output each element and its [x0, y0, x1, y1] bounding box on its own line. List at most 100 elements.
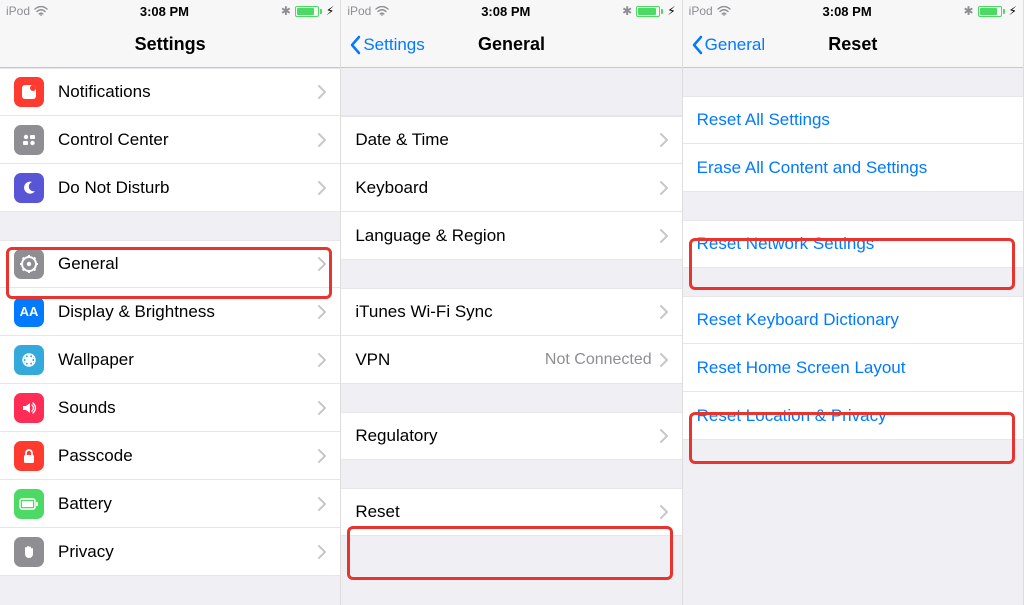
back-label: Settings — [363, 35, 424, 55]
row-reset[interactable]: Reset — [341, 488, 681, 536]
page-title: Settings — [135, 34, 206, 55]
row-label: Wallpaper — [58, 350, 318, 370]
row-reset-location-privacy[interactable]: Reset Location & Privacy — [683, 392, 1023, 440]
chevron-right-icon — [318, 133, 326, 147]
row-notifications[interactable]: Notifications — [0, 68, 340, 116]
row-reset-home-screen-layout[interactable]: Reset Home Screen Layout — [683, 344, 1023, 392]
chevron-right-icon — [660, 505, 668, 519]
group-separator — [341, 384, 681, 412]
general-list[interactable]: Date & Time Keyboard Language & Region i… — [341, 68, 681, 605]
row-battery[interactable]: Battery — [0, 480, 340, 528]
status-time: 3:08 PM — [481, 4, 530, 19]
notifications-icon — [14, 77, 44, 107]
row-label: Passcode — [58, 446, 318, 466]
row-label: General — [58, 254, 318, 274]
row-label: Regulatory — [355, 426, 659, 446]
chevron-right-icon — [318, 497, 326, 511]
row-display-brightness[interactable]: AA Display & Brightness — [0, 288, 340, 336]
charging-icon: ⚡︎ — [326, 4, 334, 18]
row-sounds[interactable]: Sounds — [0, 384, 340, 432]
moon-icon — [14, 173, 44, 203]
speaker-icon — [14, 393, 44, 423]
carrier-label: iPod — [689, 4, 713, 18]
bluetooth-icon: ✱ — [281, 4, 291, 18]
row-control-center[interactable]: Control Center — [0, 116, 340, 164]
chevron-right-icon — [318, 353, 326, 367]
row-keyboard[interactable]: Keyboard — [341, 164, 681, 212]
row-regulatory[interactable]: Regulatory — [341, 412, 681, 460]
row-label: Language & Region — [355, 226, 659, 246]
group-separator — [683, 192, 1023, 220]
chevron-right-icon — [660, 181, 668, 195]
bluetooth-icon: ✱ — [963, 4, 973, 18]
nav-bar: Settings — [0, 22, 340, 68]
chevron-right-icon — [660, 353, 668, 367]
status-time: 3:08 PM — [823, 4, 872, 19]
charging-icon: ⚡︎ — [1009, 4, 1017, 18]
chevron-right-icon — [318, 257, 326, 271]
row-privacy[interactable]: Privacy — [0, 528, 340, 576]
row-label: Reset Home Screen Layout — [697, 358, 1009, 378]
bluetooth-icon: ✱ — [622, 4, 632, 18]
chevron-left-icon — [691, 35, 703, 55]
battery-icon — [14, 489, 44, 519]
chevron-right-icon — [660, 229, 668, 243]
chevron-right-icon — [318, 401, 326, 415]
gear-icon — [14, 249, 44, 279]
chevron-right-icon — [660, 429, 668, 443]
row-date-time[interactable]: Date & Time — [341, 116, 681, 164]
row-label: Keyboard — [355, 178, 659, 198]
page-title: General — [478, 34, 545, 55]
row-label: Reset Network Settings — [697, 234, 1009, 254]
back-button[interactable]: General — [691, 35, 765, 55]
status-bar: iPod 3:08 PM ✱ ⚡︎ — [0, 0, 340, 22]
row-itunes-wifi-sync[interactable]: iTunes Wi-Fi Sync — [341, 288, 681, 336]
row-label: Reset Keyboard Dictionary — [697, 310, 1009, 330]
chevron-left-icon — [349, 35, 361, 55]
control-center-icon — [14, 125, 44, 155]
row-label: Battery — [58, 494, 318, 514]
group-separator — [341, 260, 681, 288]
row-label: iTunes Wi-Fi Sync — [355, 302, 659, 322]
settings-list[interactable]: Notifications Control Center Do Not Dist… — [0, 68, 340, 605]
row-label: Do Not Disturb — [58, 178, 318, 198]
row-passcode[interactable]: Passcode — [0, 432, 340, 480]
hand-icon — [14, 537, 44, 567]
row-label: Privacy — [58, 542, 318, 562]
chevron-right-icon — [318, 305, 326, 319]
status-bar: iPod 3:08 PM ✱ ⚡︎ — [341, 0, 681, 22]
screen-general: iPod 3:08 PM ✱ ⚡︎ Settings General Date … — [341, 0, 682, 605]
chevron-right-icon — [318, 85, 326, 99]
row-general[interactable]: General — [0, 240, 340, 288]
row-language-region[interactable]: Language & Region — [341, 212, 681, 260]
wifi-icon — [375, 6, 389, 16]
chevron-right-icon — [318, 449, 326, 463]
display-icon: AA — [14, 297, 44, 327]
status-bar: iPod 3:08 PM ✱ ⚡︎ — [683, 0, 1023, 22]
wifi-icon — [717, 6, 731, 16]
battery-icon — [295, 6, 322, 17]
row-label: Date & Time — [355, 130, 659, 150]
row-erase-all[interactable]: Erase All Content and Settings — [683, 144, 1023, 192]
row-value: Not Connected — [545, 351, 652, 369]
row-wallpaper[interactable]: Wallpaper — [0, 336, 340, 384]
nav-bar: Settings General — [341, 22, 681, 68]
row-do-not-disturb[interactable]: Do Not Disturb — [0, 164, 340, 212]
row-reset-network-settings[interactable]: Reset Network Settings — [683, 220, 1023, 268]
page-title: Reset — [828, 34, 877, 55]
row-label: Notifications — [58, 82, 318, 102]
row-label: Reset Location & Privacy — [697, 406, 1009, 426]
screen-settings: iPod 3:08 PM ✱ ⚡︎ Settings Notifications… — [0, 0, 341, 605]
group-separator — [341, 460, 681, 488]
row-vpn[interactable]: VPN Not Connected — [341, 336, 681, 384]
row-reset-keyboard-dictionary[interactable]: Reset Keyboard Dictionary — [683, 296, 1023, 344]
nav-bar: General Reset — [683, 22, 1023, 68]
lock-icon — [14, 441, 44, 471]
charging-icon: ⚡︎ — [667, 4, 675, 18]
back-button[interactable]: Settings — [349, 35, 424, 55]
reset-list[interactable]: Reset All Settings Erase All Content and… — [683, 68, 1023, 605]
row-reset-all-settings[interactable]: Reset All Settings — [683, 96, 1023, 144]
chevron-right-icon — [318, 181, 326, 195]
chevron-right-icon — [660, 133, 668, 147]
group-separator — [341, 68, 681, 116]
